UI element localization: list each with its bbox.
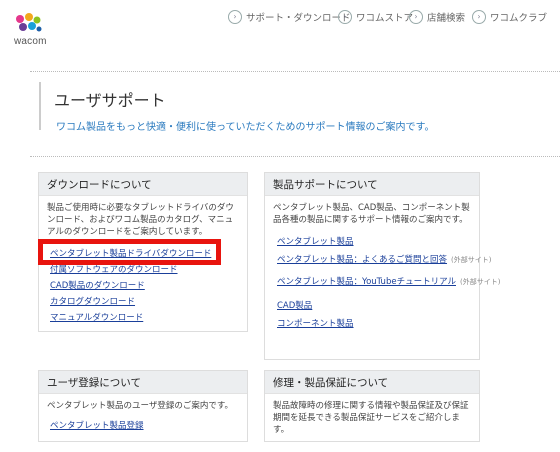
nav-label: サポート・ダウンロード [246,13,351,24]
highlight-box [38,239,221,265]
pen-tablet-registration-link[interactable]: ペンタブレット製品登録 [47,420,239,432]
title-accent-bar [39,82,41,130]
chevron-right-icon: › [409,10,423,24]
component-support-link[interactable]: コンポーネント製品 [273,318,471,330]
divider [30,71,560,72]
link-label: ペンタブレット製品：よくあるご質問と回答 [277,255,448,265]
nav-label: ワコムクラブ [490,13,548,24]
nav-label: 店舗検索 [427,13,466,24]
link-label: CAD製品 [277,301,313,311]
nav-wacom-store[interactable]: › ワコムストア [338,8,413,26]
youtube-tutorial-link[interactable]: ペンタブレット製品：YouTubeチュートリアル (外部サイト) [273,276,500,288]
bundled-software-download-link[interactable]: 付属ソフトウェアのダウンロード [47,264,239,276]
external-site-note: (外部サイト) [459,278,501,286]
chevron-right-icon: › [472,10,486,24]
link-label: ペンタブレット製品 [277,237,354,247]
nav-wacom-club[interactable]: › ワコムクラブ [472,8,547,26]
panel-description: 製品ご使用時に必要なタブレットドライバのダウンロード、およびワコム製品のカタログ… [47,203,234,237]
panel-title: 製品サポートについて [265,173,479,196]
panel-title: ユーザ登録について [39,371,247,394]
page-subtitle: ワコム製品をもっと快適・便利に使っていただくためのサポート情報のご案内です。 [56,122,435,133]
page-title: ユーザサポート [54,91,166,110]
chevron-right-icon: › [228,10,242,24]
panel-title: ダウンロードについて [39,173,247,196]
logo-text: wacom [14,36,47,47]
wacom-logo[interactable] [8,10,58,54]
nav-store-search[interactable]: › 店舗検索 [409,8,465,26]
cad-download-link[interactable]: CAD製品のダウンロード [47,280,239,292]
repair-warranty-panel: 修理・製品保証について 製品故障時の修理に関する情報や製品保証及び保証期間を延長… [264,370,480,442]
panel-description: ペンタブレット製品、CAD製品、コンポーネント製品各種の製品に関するサポート情報… [273,203,470,225]
cad-support-link[interactable]: CAD製品 [273,300,471,312]
manual-download-link[interactable]: マニュアルダウンロード [47,312,239,324]
faq-link[interactable]: ペンタブレット製品：よくあるご質問と回答 (外部サイト) [273,254,491,266]
catalog-download-link[interactable]: カタログダウンロード [47,296,239,308]
nav-label: ワコムストア [356,13,414,24]
link-label: ペンタブレット製品：YouTubeチュートリアル [277,277,456,287]
panel-description: ペンタブレット製品のユーザ登録のご案内です。 [47,401,233,411]
pen-tablet-support-link[interactable]: ペンタブレット製品 [273,236,471,248]
top-navigation: › サポート・ダウンロード › ワコムストア › 店舗検索 › ワコムクラブ [228,8,560,26]
external-site-note: (外部サイト) [451,256,492,264]
link-label: コンポーネント製品 [277,319,354,329]
product-support-panel: 製品サポートについて ペンタブレット製品、CAD製品、コンポーネント製品各種の製… [264,172,500,360]
panel-title: 修理・製品保証について [265,371,479,394]
divider [30,156,560,157]
nav-support-download[interactable]: › サポート・ダウンロード [228,8,351,26]
user-registration-panel: ユーザ登録について ペンタブレット製品のユーザ登録のご案内です。 ペンタブレット… [38,370,248,442]
chevron-right-icon: › [338,10,352,24]
